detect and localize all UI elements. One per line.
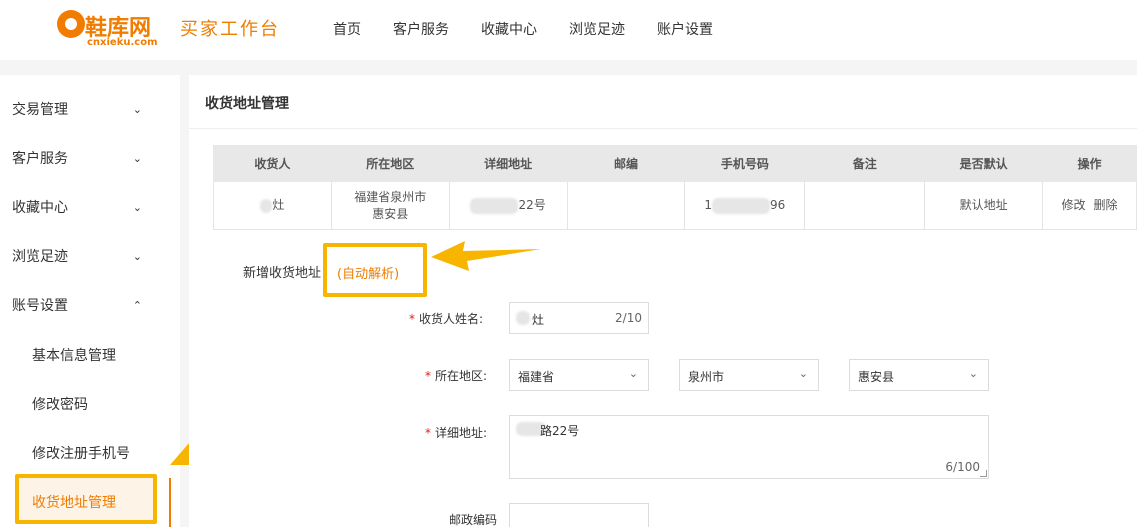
cell-name: 灶 [213,181,332,230]
region-label: * 所在地区: [425,369,488,383]
chevron-down-icon: ⌄ [132,151,142,165]
sidebar-group-favorites[interactable]: 收藏中心 ⌄ [12,195,142,219]
chevron-down-icon: ⌄ [628,367,638,380]
divider [189,128,1137,129]
sidebar-group-label: 收藏中心 [12,200,68,216]
detail-label: * 详细地址: [425,426,488,440]
cell-actions: 修改 删除 [1042,181,1137,230]
sidebar-group-label: 浏览足迹 [12,249,68,265]
col-header: 操作 [1042,145,1137,182]
address-table: 收货人 所在地区 详细地址 邮编 手机号码 备注 是否默认 操作 灶 福建省泉州… [213,145,1137,230]
top-nav: 首页 客户服务 收藏中心 浏览足迹 账户设置 [333,19,745,39]
chevron-down-icon: ⌄ [132,102,142,116]
zip-label: 邮政编码 [449,513,498,527]
logo-subtext: cnxieku.com [87,37,158,48]
nav-customer-service[interactable]: 客户服务 [393,19,449,39]
col-header: 邮编 [566,145,686,182]
redacted-mask [470,197,519,214]
table-header-row: 收货人 所在地区 详细地址 邮编 手机号码 备注 是否默认 操作 [213,145,1137,182]
nav-history[interactable]: 浏览足迹 [569,19,625,39]
chevron-down-icon: ⌄ [798,367,808,380]
sidebar-item-basic-info[interactable]: 基本信息管理 [32,345,116,365]
auto-parse-button[interactable]: (自动解析) [323,243,427,297]
logo[interactable]: 鞋库网 cnxieku.com [57,8,175,50]
annotation-arrow-icon [431,241,541,271]
required-asterisk-icon: * [425,369,431,383]
chevron-down-icon: ⌄ [968,367,978,380]
county-select[interactable]: 惠安县 ⌄ [849,359,989,391]
nav-home[interactable]: 首页 [333,19,361,39]
sidebar-group-label: 客户服务 [12,151,68,167]
sidebar-group-label: 交易管理 [12,102,68,118]
cell-note [804,181,926,230]
sidebar-item-label: 收货地址管理 [32,495,116,511]
sidebar-group-label: 账号设置 [12,298,68,314]
sidebar-group-account[interactable]: 账号设置 ⌃ [12,293,142,317]
auto-parse-label: (自动解析) [337,267,400,282]
sidebar-group-service[interactable]: 客户服务 ⌄ [12,146,142,170]
sidebar-item-address[interactable]: 收货地址管理 [15,474,157,524]
cell-zip [566,181,686,230]
col-header: 是否默认 [924,145,1044,182]
edit-link[interactable]: 修改 [1061,198,1085,212]
sidebar-group-history[interactable]: 浏览足迹 ⌄ [12,244,142,268]
page-title: 收货地址管理 [205,96,289,112]
sidebar-item-change-password[interactable]: 修改密码 [32,394,88,414]
top-header: 鞋库网 cnxieku.com 买家工作台 首页 客户服务 收藏中心 浏览足迹 … [0,0,1137,60]
redacted-mask [516,311,530,325]
table-row: 灶 福建省泉州市 惠安县 22号 1 96 默认地址 修改 删除 [213,181,1137,230]
city-select[interactable]: 泉州市 ⌄ [679,359,819,391]
col-header: 备注 [804,145,926,182]
main-panel: 收货地址管理 收货人 所在地区 详细地址 邮编 手机号码 备注 是否默认 操作 … [189,75,1137,527]
resize-handle-icon[interactable] [980,470,987,477]
col-header: 收货人 [213,145,332,182]
logo-icon [57,10,85,38]
cell-default: 默认地址 [924,181,1044,230]
cell-phone: 1 96 [684,181,806,230]
col-header: 手机号码 [684,145,806,182]
chevron-up-icon: ⌃ [132,298,142,312]
redacted-mask [712,197,771,214]
add-address-label: 新增收货地址 [243,266,322,281]
detail-textarea[interactable]: 路22号 6/100 [509,415,989,479]
redacted-mask [260,198,273,213]
delete-link[interactable]: 删除 [1094,198,1118,212]
name-label: * 收货人姓名: [409,312,484,326]
detail-char-count: 6/100 [945,460,980,474]
name-input[interactable]: 灶 2/10 [509,302,649,334]
nav-favorites[interactable]: 收藏中心 [481,19,537,39]
sidebar-item-change-phone[interactable]: 修改注册手机号 [32,443,130,463]
required-asterisk-icon: * [409,312,415,326]
name-char-count: 2/10 [615,311,642,325]
workspace-title: 买家工作台 [180,19,280,40]
zip-input[interactable] [509,503,649,527]
chevron-down-icon: ⌄ [132,249,142,263]
col-header: 详细地址 [448,145,568,182]
cell-detail: 22号 [448,181,568,230]
nav-account-settings[interactable]: 账户设置 [657,19,713,39]
chevron-down-icon: ⌄ [132,200,142,214]
required-asterisk-icon: * [425,426,431,440]
col-header: 所在地区 [330,145,450,182]
province-select[interactable]: 福建省 ⌄ [509,359,649,391]
active-indicator [169,478,171,527]
sidebar-group-trade[interactable]: 交易管理 ⌄ [12,97,142,121]
cell-region: 福建省泉州市 惠安县 [330,181,450,230]
